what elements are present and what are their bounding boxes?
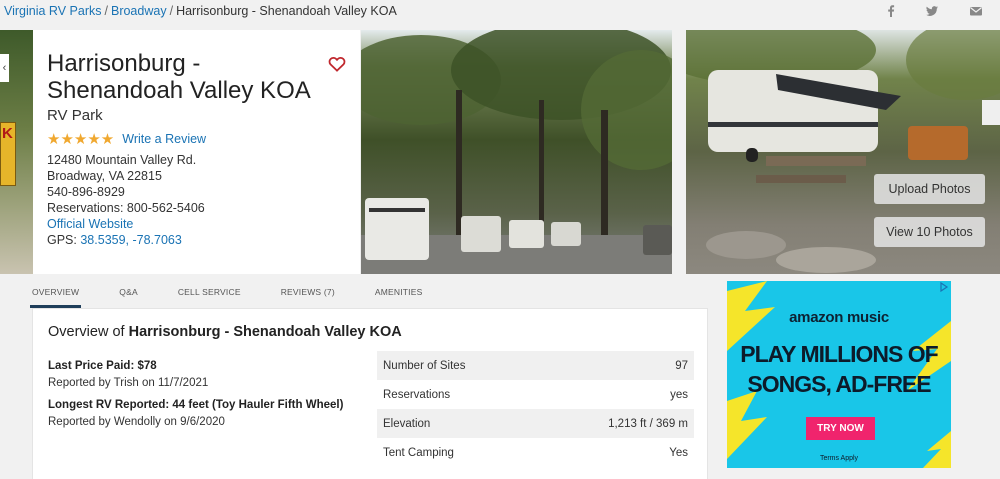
park-title: Harrisonburg - Shenandoah Valley KOA <box>47 50 311 104</box>
breadcrumb-state-link[interactable]: Virginia RV Parks <box>4 4 102 18</box>
table-row: Tent Camping Yes <box>377 438 694 467</box>
last-price-reported: Reported by Trish on 11/7/2021 <box>48 376 209 389</box>
campground-photo-partial[interactable]: ‹ K <box>0 30 33 274</box>
tab-cell-service[interactable]: CELL SERVICE <box>178 274 241 308</box>
tab-reviews[interactable]: REVIEWS (7) <box>281 274 335 308</box>
park-type: RV Park <box>47 107 103 124</box>
ad-try-now-button[interactable]: TRY NOW <box>806 417 875 440</box>
overview-title: Overview of Harrisonburg - Shenandoah Va… <box>48 324 402 340</box>
fact-label: Elevation <box>383 417 431 430</box>
ad-headline: PLAY MILLIONS OF SONGS, AD-FREE <box>727 339 951 399</box>
facts-table: Number of Sites 97 Reservations yes Elev… <box>377 351 694 467</box>
phone-number: 540-896-8929 <box>47 185 125 199</box>
fact-value: Yes <box>669 446 688 459</box>
tab-overview[interactable]: OVERVIEW <box>29 274 82 308</box>
tab-qa[interactable]: Q&A <box>119 274 138 308</box>
address-line1: 12480 Mountain Valley Rd. <box>47 153 197 167</box>
facebook-icon[interactable] <box>884 4 898 18</box>
overview-panel: Overview of Harrisonburg - Shenandoah Va… <box>32 308 708 479</box>
reservations-phone: Reservations: 800-562-5406 <box>47 201 205 215</box>
breadcrumb-separator: / <box>104 4 108 18</box>
campground-photo[interactable] <box>361 30 672 274</box>
rating-stars: ★★★★★ <box>47 131 115 148</box>
favorite-heart-icon[interactable] <box>328 56 346 72</box>
rating-row: ★★★★★ Write a Review <box>47 130 346 148</box>
overview-reports: Last Price Paid: $78 Reported by Trish o… <box>48 358 368 430</box>
longest-rv-reported: Reported by Wendolly on 9/6/2020 <box>48 415 225 428</box>
gps-label: GPS: <box>47 233 77 247</box>
ad-brand: amazon music <box>789 309 889 326</box>
overview-title-name: Harrisonburg - Shenandoah Valley KOA <box>128 324 402 340</box>
twitter-icon[interactable] <box>925 4 939 18</box>
gps-row: GPS: 38.5359, -78.7063 <box>47 232 346 248</box>
previous-arrow-icon[interactable]: ‹ <box>0 54 9 82</box>
koa-sign-letter: K <box>2 125 13 142</box>
ad-terms: Terms Apply <box>819 455 859 462</box>
table-row: Reservations yes <box>377 380 694 409</box>
table-row: Number of Sites 97 <box>377 351 694 380</box>
longest-rv-label: Longest RV Reported: 44 feet (Toy Hauler… <box>48 399 344 411</box>
top-bar: Virginia RV Parks / Broadway / Harrisonburg … <box>0 0 1000 24</box>
fact-label: Tent Camping <box>383 446 454 459</box>
breadcrumb-city-link[interactable]: Broadway <box>111 4 167 18</box>
write-review-link[interactable]: Write a Review <box>122 132 206 146</box>
park-info-card: Harrisonburg - Shenandoah Valley KOA RV … <box>33 30 360 274</box>
overview-title-prefix: Overview of <box>48 324 125 340</box>
upload-photos-button[interactable]: Upload Photos <box>874 174 985 204</box>
fact-value: 97 <box>675 359 688 372</box>
park-contact: 12480 Mountain Valley Rd. Broadway, VA 2… <box>47 152 346 248</box>
tab-amenities[interactable]: AMENITIES <box>375 274 423 308</box>
breadcrumb: Virginia RV Parks / Broadway / Harrisonburg … <box>4 4 397 18</box>
advertisement[interactable]: amazon music PLAY MILLIONS OF SONGS, AD-… <box>727 281 951 468</box>
email-icon[interactable] <box>969 4 983 18</box>
koa-sign: K <box>0 122 16 186</box>
fact-label: Number of Sites <box>383 359 466 372</box>
section-tabs: OVERVIEW Q&A CELL SERVICE REVIEWS (7) AM… <box>29 274 708 308</box>
ad-headline-line2: SONGS, AD-FREE <box>747 371 931 397</box>
adchoices-icon[interactable] <box>939 282 949 292</box>
last-price-label: Last Price Paid: $78 <box>48 360 157 372</box>
breadcrumb-separator: / <box>169 4 174 18</box>
view-photos-button[interactable]: View 10 Photos <box>874 217 985 247</box>
fact-value: yes <box>670 388 688 401</box>
table-row: Elevation 1,213 ft / 369 m <box>377 409 694 438</box>
trees-and-rvs-illustration <box>361 30 672 274</box>
official-website-link[interactable]: Official Website <box>47 217 133 231</box>
ad-headline-line1: PLAY MILLIONS OF <box>740 341 938 367</box>
hero: ‹ K Harrisonburg - Shenandoah Valley KOA… <box>0 30 1000 274</box>
fact-value: 1,213 ft / 369 m <box>608 417 688 430</box>
breadcrumb-current: Harrisonburg - Shenandoah Valley KOA <box>176 4 397 18</box>
address-line2: Broadway, VA 22815 <box>47 169 162 183</box>
fact-label: Reservations <box>383 388 451 401</box>
campsite-photo[interactable]: Upload Photos View 10 Photos <box>686 30 1000 274</box>
gps-link[interactable]: 38.5359, -78.7063 <box>80 233 181 247</box>
